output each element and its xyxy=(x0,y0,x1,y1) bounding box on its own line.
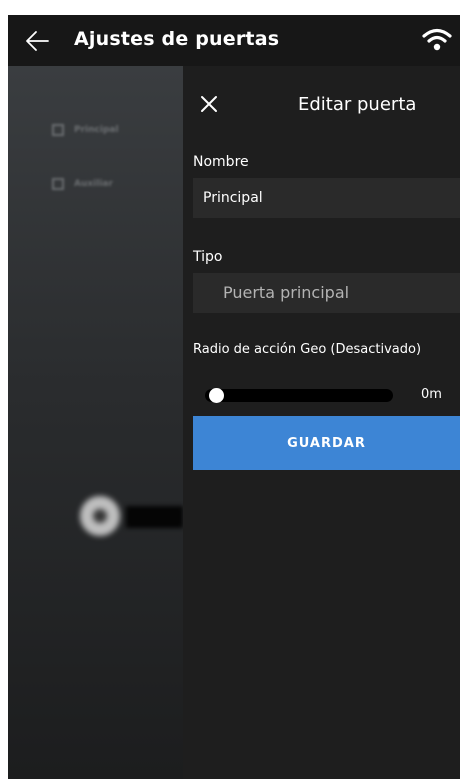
geo-radius-slider-track[interactable] xyxy=(205,389,393,402)
geo-radius-slider-thumb[interactable] xyxy=(209,388,224,403)
background-list-item: Auxiliar xyxy=(52,176,113,192)
geo-radius-value: 0m xyxy=(421,387,442,402)
top-bar: Ajustes de puertas xyxy=(8,15,460,66)
panel-title: Editar puerta xyxy=(298,94,417,115)
edit-icon xyxy=(52,178,64,190)
wifi-icon xyxy=(422,25,452,55)
background-item-label: Auxiliar xyxy=(74,179,113,189)
background-knob xyxy=(80,496,120,536)
type-select[interactable]: Puerta principal xyxy=(193,273,460,313)
type-label: Tipo xyxy=(193,249,223,265)
edit-icon xyxy=(52,124,64,136)
name-field[interactable]: Principal xyxy=(193,178,460,218)
arrow-left-icon[interactable] xyxy=(24,27,52,55)
background-list-item: Principal xyxy=(52,122,119,138)
edit-door-panel: Editar puerta Nombre Principal Tipo Puer… xyxy=(183,66,460,779)
close-icon[interactable] xyxy=(199,94,219,114)
background-bar xyxy=(126,506,183,528)
background-screen: Principal Auxiliar xyxy=(8,66,183,779)
name-label: Nombre xyxy=(193,154,249,170)
app-window: Ajustes de puertas Principal Auxiliar Ed… xyxy=(8,15,460,779)
save-button[interactable]: GUARDAR xyxy=(193,416,460,470)
background-item-label: Principal xyxy=(74,125,119,135)
page-title: Ajustes de puertas xyxy=(74,28,280,50)
geo-radius-label: Radio de acción Geo (Desactivado) xyxy=(193,342,422,357)
